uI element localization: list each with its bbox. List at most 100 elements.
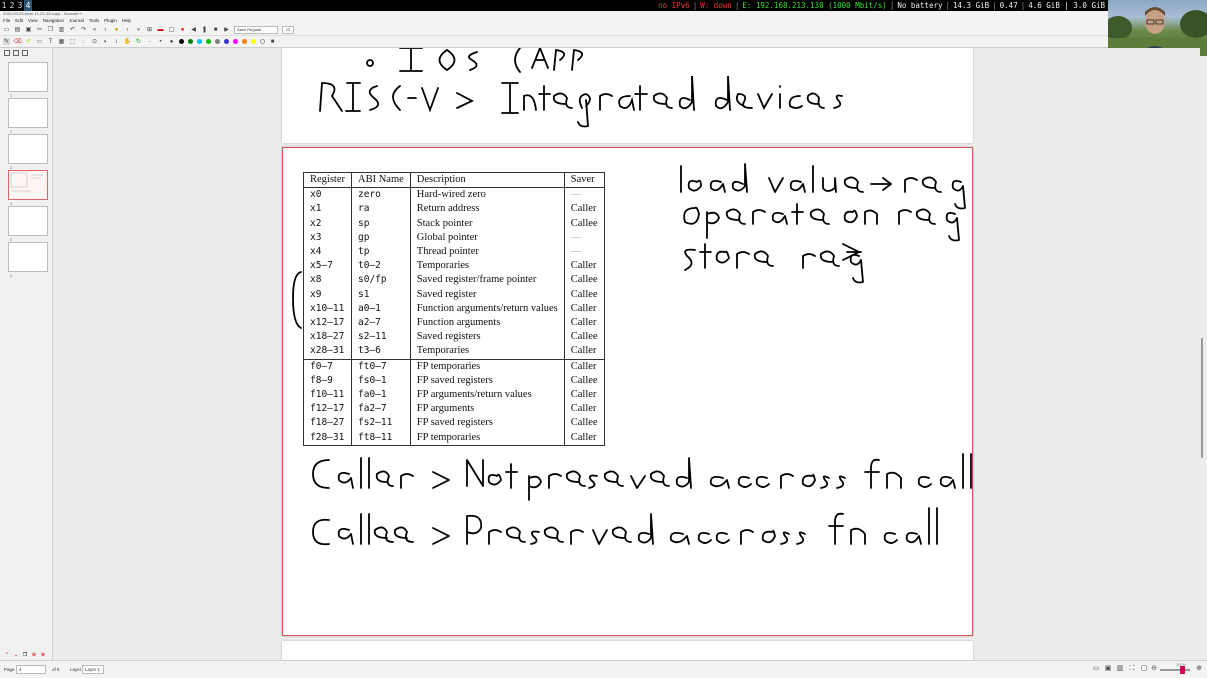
thin-line-icon[interactable]: · xyxy=(146,38,153,45)
document-canvas[interactable]: Register ABI Name Description Saver x0 ze… xyxy=(54,48,1200,660)
color-blue[interactable] xyxy=(224,39,229,44)
stop-icon[interactable]: ■ xyxy=(212,26,219,33)
menu-navigation[interactable]: Navigation xyxy=(43,17,64,24)
color-cyan[interactable] xyxy=(197,39,202,44)
scrollbar-thumb[interactable] xyxy=(1201,338,1203,458)
menu-view[interactable]: View xyxy=(28,17,38,24)
font-selector[interactable]: Sans Regular xyxy=(234,25,278,34)
undo-icon[interactable]: ↶ xyxy=(69,26,76,33)
copy-page-icon[interactable]: ❐ xyxy=(22,652,28,658)
color-green[interactable] xyxy=(188,39,193,44)
thick-line-icon[interactable]: ● xyxy=(168,38,175,45)
insert-page-icon[interactable]: ⊞ xyxy=(146,26,153,33)
vertical-scrollbar[interactable] xyxy=(1200,48,1205,660)
load-status: 0.47 xyxy=(999,1,1018,10)
image-tool-icon[interactable]: ▦ xyxy=(58,38,65,45)
register-cell: x0 xyxy=(303,187,352,203)
forward-icon[interactable]: ▶ xyxy=(223,26,230,33)
next-page-icon[interactable]: › xyxy=(124,26,131,33)
color-orange[interactable] xyxy=(242,39,247,44)
delete-page-icon[interactable]: ⊗ xyxy=(40,652,46,658)
fill-icon[interactable]: ◐ xyxy=(102,38,109,45)
tab-bookmarks[interactable] xyxy=(22,50,28,56)
copy-icon[interactable]: ❐ xyxy=(47,26,54,33)
menu-help[interactable]: Help xyxy=(122,17,131,24)
menu-journal[interactable]: Journal xyxy=(69,17,84,24)
menu-tools[interactable]: Tools xyxy=(89,17,100,24)
page-thumbnail-5[interactable]: 5 xyxy=(8,206,48,242)
workspace-3[interactable]: 3 xyxy=(16,0,24,11)
save-icon[interactable]: ▣ xyxy=(25,26,32,33)
tab-layer-preview[interactable] xyxy=(13,50,19,56)
pause-icon[interactable]: ❚ xyxy=(201,26,208,33)
color-yellow[interactable] xyxy=(251,39,256,44)
cut-icon[interactable]: ✂ xyxy=(36,26,43,33)
register-cell: f8–9 xyxy=(303,373,352,389)
last-page-icon[interactable]: » xyxy=(135,26,142,33)
page-thumbnail-6[interactable]: 6 xyxy=(8,242,48,278)
ruler-icon[interactable]: ⊙ xyxy=(91,38,98,45)
page-5[interactable] xyxy=(282,641,973,660)
default-tool-icon[interactable]: ↻ xyxy=(135,38,142,45)
layer-selector[interactable]: Layer 1 xyxy=(82,665,104,674)
medium-line-icon[interactable]: • xyxy=(157,38,164,45)
zoom-slider[interactable] xyxy=(1160,669,1190,671)
menu-plugin[interactable]: Plugin xyxy=(104,17,117,24)
abi-name-cell: sp xyxy=(351,216,411,231)
workspace-2[interactable]: 2 xyxy=(8,0,16,11)
zoom-fit-icon[interactable]: ⛶ xyxy=(1128,665,1136,673)
workspace-1[interactable]: 1 xyxy=(0,0,8,11)
font-size-field[interactable]: 12 xyxy=(282,25,294,34)
page-4[interactable]: Register ABI Name Description Saver x0 ze… xyxy=(282,147,973,636)
new-file-icon[interactable]: ▭ xyxy=(3,26,10,33)
page-thumbnail-1[interactable]: 1 xyxy=(8,62,48,98)
shape-icon[interactable]: ▭ xyxy=(36,38,43,45)
fullscreen-icon[interactable]: ▭ xyxy=(1092,665,1100,673)
paste-icon[interactable]: ▥ xyxy=(58,26,65,33)
description-cell: Saved registers xyxy=(410,330,565,345)
menu-file[interactable]: File xyxy=(3,17,10,24)
page-number-input[interactable]: 4 xyxy=(16,665,46,674)
color-lime[interactable] xyxy=(206,39,211,44)
workspace-4[interactable]: 4 xyxy=(24,0,32,11)
move-up-icon[interactable]: ⌃ xyxy=(4,652,10,658)
vertical-space-icon[interactable]: ↕ xyxy=(113,38,120,45)
abi-name-cell: fa2–7 xyxy=(351,402,411,417)
color-magenta[interactable] xyxy=(233,39,238,44)
prev-page-icon[interactable]: ‹ xyxy=(102,26,109,33)
select-rect-icon[interactable]: ⬚ xyxy=(69,38,76,45)
page-thumbnail-4[interactable]: 4 xyxy=(8,170,48,206)
pair-pages-icon[interactable]: ▥ xyxy=(1116,665,1124,673)
menu-edit[interactable]: Edit xyxy=(15,17,23,24)
hand-icon[interactable]: ✋ xyxy=(124,38,131,45)
zoom-in-icon[interactable]: ⊕ xyxy=(1195,665,1203,673)
color-black[interactable] xyxy=(179,39,184,44)
color-gray[interactable] xyxy=(215,39,220,44)
presentation-icon[interactable]: ▢ xyxy=(168,26,175,33)
monitor-icon[interactable]: ▣ xyxy=(1104,665,1112,673)
first-page-icon[interactable]: « xyxy=(91,26,98,33)
redo-icon[interactable]: ↷ xyxy=(80,26,87,33)
add-page-icon[interactable]: ⊕ xyxy=(31,652,37,658)
record-icon[interactable]: ● xyxy=(179,26,186,33)
pen-icon[interactable]: ✎ xyxy=(3,38,10,45)
color-white[interactable] xyxy=(260,39,265,44)
zoom-out-icon[interactable]: ⊖ xyxy=(1150,665,1158,673)
tab-page-preview[interactable] xyxy=(4,50,10,56)
page-thumbnail-3[interactable]: 3 xyxy=(8,134,48,170)
delete-page-icon[interactable]: ▬ xyxy=(157,26,164,33)
move-down-icon[interactable]: ⌄ xyxy=(13,652,19,658)
description-cell: Thread pointer xyxy=(410,245,565,260)
eraser-icon[interactable]: ⌫ xyxy=(13,38,21,45)
highlighter-icon[interactable]: ✐ xyxy=(25,38,32,45)
page-thumbnail-2[interactable]: 2 xyxy=(8,98,48,134)
color-picker-icon[interactable]: ■ xyxy=(269,38,276,45)
zoom-slider-knob[interactable] xyxy=(1180,666,1185,674)
rewind-icon[interactable]: ◀ xyxy=(190,26,197,33)
page-3[interactable] xyxy=(282,48,973,143)
open-file-icon[interactable]: ▤ xyxy=(14,26,21,33)
zoom-100-icon[interactable]: ▢ xyxy=(1140,665,1148,673)
select-region-icon[interactable]: ◌ xyxy=(80,38,87,45)
goto-page-icon[interactable]: ● xyxy=(113,26,120,33)
text-tool-icon[interactable]: T xyxy=(47,38,54,45)
